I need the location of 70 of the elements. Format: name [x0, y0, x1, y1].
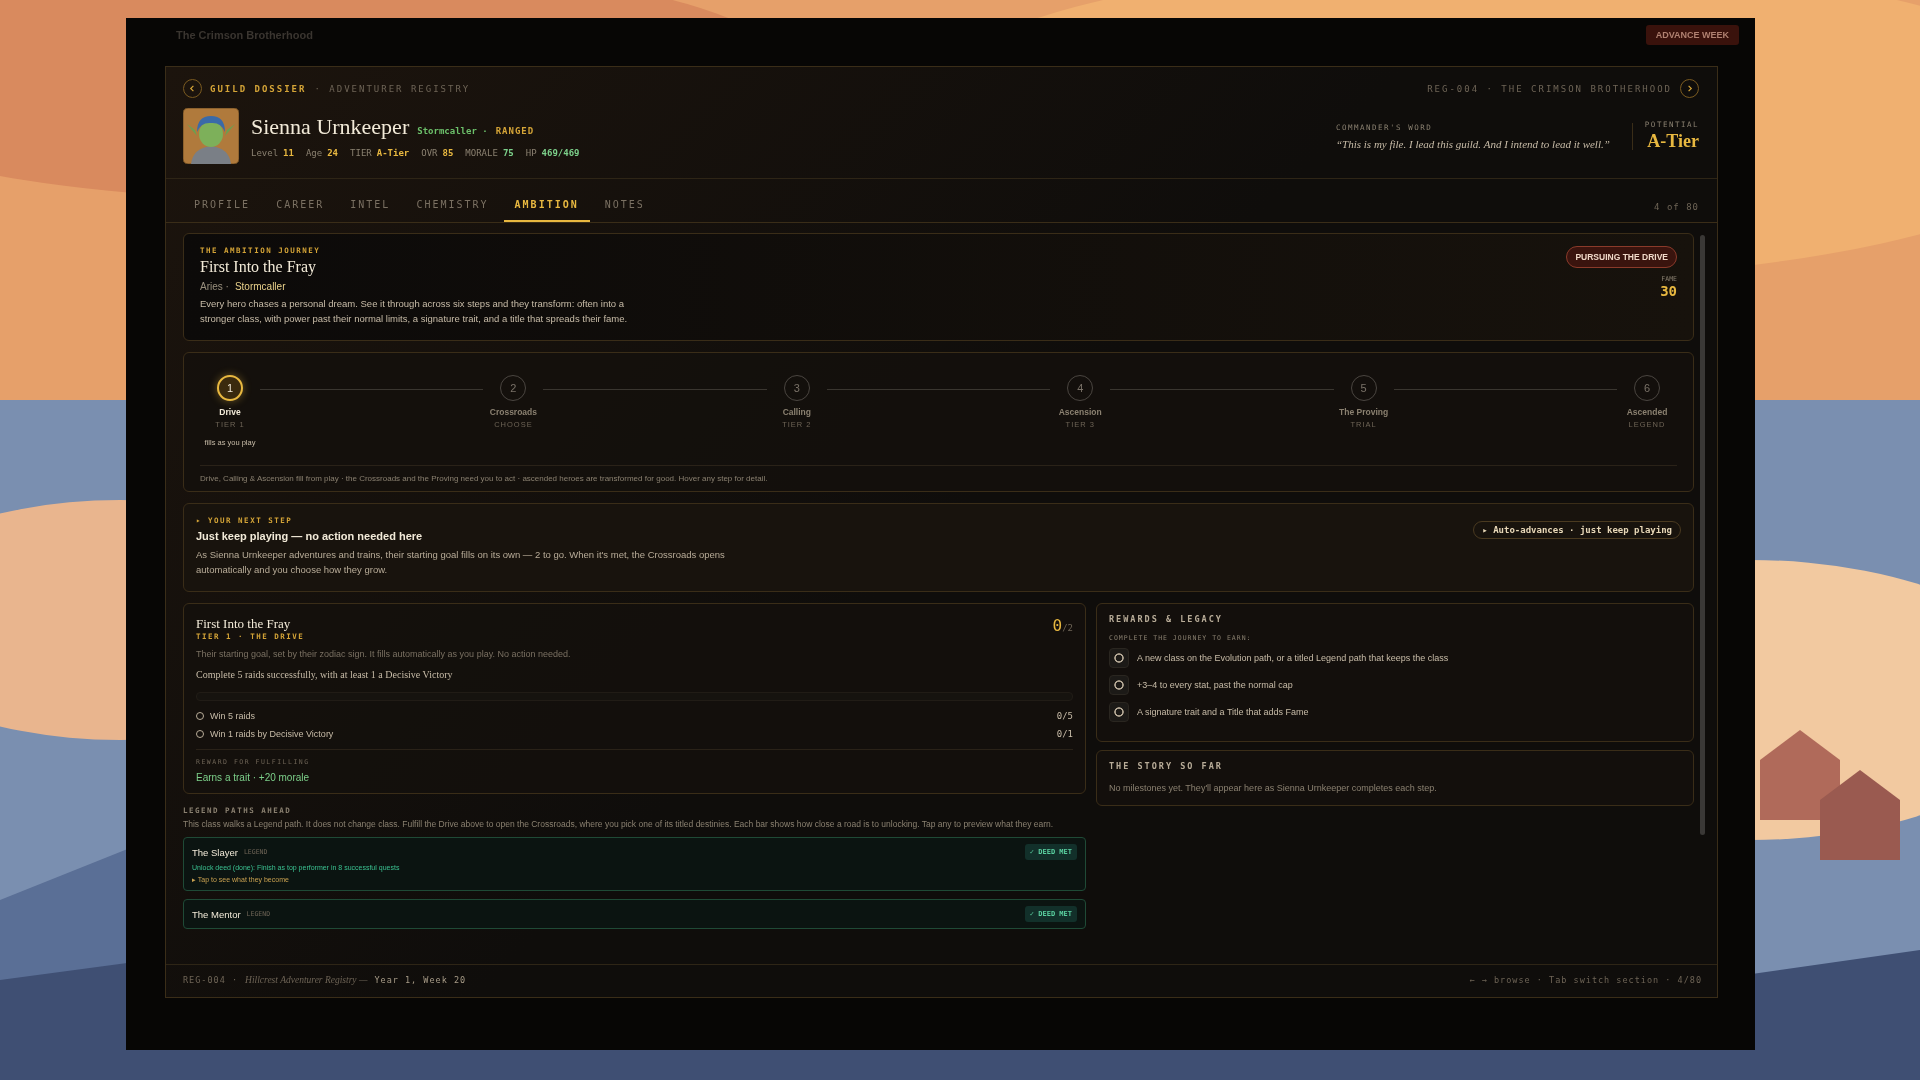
- journey-class: Stormcaller: [234, 281, 286, 292]
- stat-value: 11: [283, 148, 294, 158]
- stat-label: Age: [305, 148, 323, 158]
- step-number[interactable]: 1: [217, 375, 243, 401]
- story-title: THE STORY SO FAR: [1109, 761, 1224, 771]
- quote-text: “This is my file. I lead this guild. And I intend to lead it well.”: [1335, 137, 1610, 150]
- task-label: Win 1 raids by Decisive Victory: [210, 729, 335, 739]
- stat-value: A-Tier: [376, 148, 410, 158]
- stat-value: 75: [502, 148, 514, 158]
- tab[interactable]: AMBITION: [503, 191, 590, 222]
- reward-text: Earns a trait · +20 morale: [196, 772, 311, 783]
- stat-label: MORALE: [465, 148, 498, 158]
- drive-title: First Into the Fray: [196, 616, 292, 632]
- stat-label: TIER: [350, 148, 372, 158]
- step-name: Ascended: [1626, 407, 1668, 417]
- next-step-title: Just keep playing — no action needed here: [196, 530, 424, 542]
- status-badge: PURSUING THE DRIVE: [1566, 246, 1677, 268]
- next-step-description: As Sienna Urnkeeper adventures and trains, their starting goal fills on its own — 2 to go. When it's met, the Crossroads opens automatically and you choose how they grow.: [196, 548, 726, 577]
- task-label: Win 5 raids: [210, 711, 256, 721]
- steps-note: Drive, Calling & Ascension fill from play · the Crossroads and the Proving need you to act · ascended heroes are transformed for good. Hover any step for detail.: [200, 473, 769, 483]
- step-name: Crossroads: [489, 407, 538, 417]
- stat-value: 85: [442, 148, 454, 158]
- stat-label: Level: [251, 148, 279, 158]
- path-name: The Mentor: [192, 908, 241, 920]
- chevron-left-icon: [188, 84, 197, 93]
- step-name: Calling: [782, 407, 811, 417]
- potential-value: A-Tier: [1647, 131, 1699, 152]
- tab[interactable]: CHEMISTRY: [405, 191, 500, 222]
- drive-total: /2: [1062, 623, 1073, 633]
- hero-role: RANGED: [495, 126, 535, 136]
- legend-description: This class walks a Legend path. It does not change class. Fulfill the Drive above to open the Crossroads, where you pick one of its titled destinies. Each bar shows how close a road is to unlocking. Tap any to preview what they earn.: [183, 819, 1055, 829]
- task-count: 0/1: [1056, 729, 1073, 739]
- stat-label: HP: [525, 148, 537, 158]
- task-count: 0/5: [1056, 711, 1073, 721]
- footer-date: Year 1, Week 20: [374, 975, 467, 985]
- stat-value: 469/469: [541, 148, 580, 158]
- drive-description: Their starting goal, set by their zodiac sign. It fills automatically as you play. No action needed.: [196, 649, 572, 659]
- breadcrumb-title: GUILD DOSSIER: [210, 83, 307, 94]
- reward-item: A signature trait and a Title that adds Fame: [1137, 707, 1309, 717]
- footer-code: REG-004 ·: [183, 975, 239, 985]
- step-name: The Proving: [1339, 407, 1389, 417]
- tab[interactable]: INTEL: [339, 191, 402, 222]
- stat-label: OVR: [421, 148, 438, 158]
- registry-label: REG-004 · THE CRIMSON BROTHERHOOD: [1427, 83, 1672, 94]
- position-counter: 4 of 80: [1654, 201, 1699, 212]
- avatar-icon: [183, 108, 239, 164]
- fame-value: 30: [1660, 283, 1677, 299]
- footer-registry: Hillcrest Adventurer Registry —: [245, 975, 368, 985]
- advance-week-button[interactable]: ADVANCE WEEK: [1645, 25, 1739, 45]
- step-name: Drive: [219, 407, 241, 417]
- rewards-title: REWARDS & LEGACY: [1109, 614, 1224, 624]
- drive-goal: Complete 5 raids successfully, with at least 1 a Decisive Victory: [196, 669, 454, 680]
- journey-description: Every hero chases a personal dream. See it through across six steps and they transform: often into a stronger class, with power past their normal limits, a signature trait, and a title that spreads their fame.: [200, 297, 629, 326]
- stat-value: 24: [327, 148, 339, 158]
- chevron-right-icon: [1685, 84, 1694, 93]
- step-name: Ascension: [1058, 407, 1102, 417]
- breadcrumb-subtitle: · ADVENTURER REGISTRY: [314, 83, 471, 94]
- hero-name: Sienna Urnkeeper: [251, 114, 410, 140]
- story-text: No milestones yet. They'll appear here as Sienna Urnkeeper completes each step.: [1109, 783, 1438, 793]
- hero-class: Stormcaller ·: [417, 126, 488, 136]
- tab[interactable]: CAREER: [265, 191, 336, 222]
- zodiac-sign: Aries ·: [200, 281, 229, 292]
- reward-item: A new class on the Evolution path, or a titled Legend path that keeps the class: [1137, 653, 1449, 663]
- path-name: The Slayer: [192, 846, 238, 858]
- tab[interactable]: NOTES: [593, 191, 656, 222]
- tab[interactable]: PROFILE: [183, 191, 262, 222]
- drive-count: 0: [1052, 616, 1063, 635]
- keyboard-hint: ← → browse · Tab switch section · 4/80: [1469, 975, 1702, 985]
- reward-item: +3–4 to every stat, past the normal cap: [1137, 680, 1293, 690]
- journey-title: First Into the Fray: [200, 258, 317, 276]
